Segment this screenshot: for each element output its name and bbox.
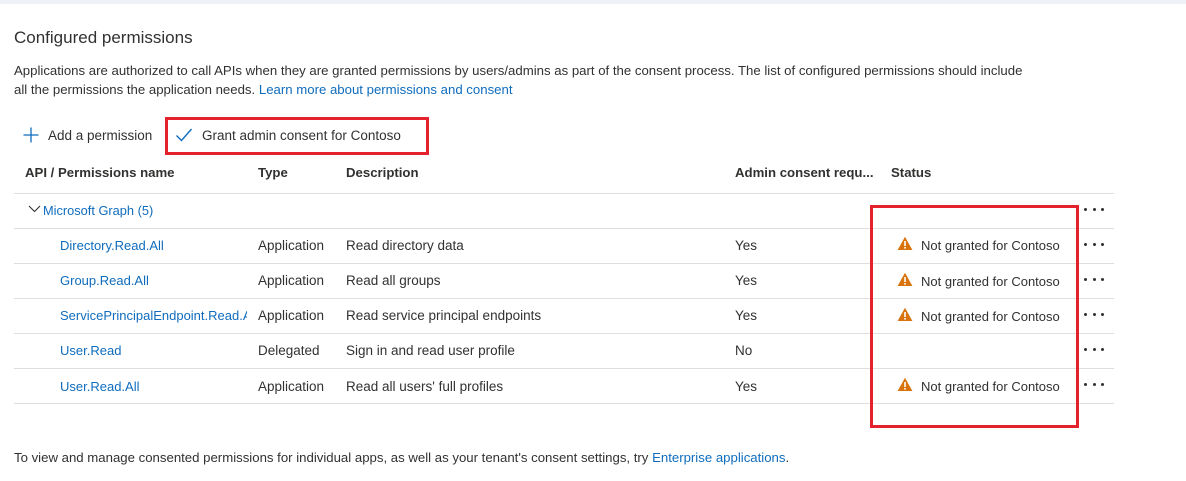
- permission-description: Read service principal endpoints: [346, 308, 542, 323]
- more-options-icon[interactable]: [1084, 202, 1104, 216]
- plus-icon: [22, 126, 40, 144]
- status-text: Not granted for Contoso: [921, 273, 1060, 289]
- grant-admin-consent-button[interactable]: Grant admin consent for Contoso: [175, 122, 401, 148]
- description-line1: Applications are authorized to call APIs…: [14, 63, 1023, 78]
- warning-icon: [897, 377, 921, 395]
- footer-note: To view and manage consented permissions…: [14, 450, 789, 465]
- more-options-icon[interactable]: [1084, 342, 1104, 356]
- learn-more-link[interactable]: Learn more about permissions and consent: [259, 82, 513, 97]
- permission-type: Application: [258, 238, 325, 253]
- permission-name-link[interactable]: User.Read: [60, 343, 247, 358]
- status-text: Not granted for Contoso: [921, 378, 1060, 394]
- header-type[interactable]: Type: [258, 165, 288, 180]
- status-badge: Not granted for Contoso: [897, 307, 1060, 325]
- status-text: Not granted for Contoso: [921, 237, 1060, 253]
- status-badge: Not granted for Contoso: [897, 377, 1060, 395]
- checkmark-icon: [175, 127, 193, 143]
- group-row-microsoft-graph[interactable]: Microsoft Graph (5): [28, 202, 153, 218]
- permission-name-link[interactable]: User.Read.All: [60, 379, 247, 394]
- header-status[interactable]: Status: [891, 165, 931, 180]
- permission-description: Read directory data: [346, 238, 464, 253]
- more-options-icon[interactable]: [1084, 272, 1104, 286]
- header-api-permissions[interactable]: API / Permissions name: [25, 165, 175, 180]
- permission-description: Read all users' full profiles: [346, 379, 504, 394]
- enterprise-applications-link[interactable]: Enterprise applications: [652, 450, 785, 465]
- section-description: Applications are authorized to call APIs…: [14, 61, 1124, 99]
- permission-description: Sign in and read user profile: [346, 343, 515, 358]
- top-band: [0, 0, 1186, 4]
- header-admin-consent[interactable]: Admin consent requ...: [735, 165, 873, 180]
- admin-consent-required: Yes: [735, 308, 758, 323]
- permission-type: Delegated: [258, 343, 320, 358]
- admin-consent-required: Yes: [735, 379, 758, 394]
- chevron-down-icon[interactable]: [28, 202, 43, 218]
- footer-text: To view and manage consented permissions…: [14, 450, 649, 465]
- more-options-icon[interactable]: [1084, 307, 1104, 321]
- row-divider: [14, 368, 1114, 369]
- row-divider: [14, 228, 1114, 229]
- add-permission-button[interactable]: Add a permission: [22, 122, 152, 148]
- row-divider: [14, 333, 1114, 334]
- permission-name-link[interactable]: ServicePrincipalEndpoint.Read.A: [60, 308, 247, 323]
- row-divider: [14, 298, 1114, 299]
- warning-icon: [897, 236, 921, 254]
- header-description[interactable]: Description: [346, 165, 419, 180]
- status-badge: Not granted for Contoso: [897, 272, 1060, 290]
- admin-consent-required: Yes: [735, 273, 758, 288]
- more-options-icon[interactable]: [1084, 237, 1104, 251]
- row-divider: [14, 403, 1114, 404]
- status-badge: Not granted for Contoso: [897, 236, 1060, 254]
- row-divider: [14, 193, 1114, 194]
- toolbar-divider: [166, 124, 167, 146]
- permission-name-link[interactable]: Directory.Read.All: [60, 238, 247, 253]
- section-title: Configured permissions: [14, 28, 193, 47]
- permission-type: Application: [258, 379, 325, 394]
- add-permission-label: Add a permission: [48, 127, 153, 143]
- status-text: Not granted for Contoso: [921, 308, 1060, 324]
- admin-consent-required: No: [735, 343, 753, 358]
- admin-consent-required: Yes: [735, 238, 758, 253]
- group-label: Microsoft Graph (5): [43, 202, 154, 218]
- permission-name-link[interactable]: Group.Read.All: [60, 273, 247, 288]
- more-options-icon[interactable]: [1084, 377, 1104, 391]
- permission-description: Read all groups: [346, 273, 441, 288]
- permission-type: Application: [258, 308, 325, 323]
- description-line2: all the permissions the application need…: [14, 82, 256, 97]
- permission-type: Application: [258, 273, 325, 288]
- warning-icon: [897, 272, 921, 290]
- warning-icon: [897, 307, 921, 325]
- footer-end: .: [785, 450, 790, 465]
- grant-admin-consent-label: Grant admin consent for Contoso: [202, 127, 401, 143]
- row-divider: [14, 263, 1114, 264]
